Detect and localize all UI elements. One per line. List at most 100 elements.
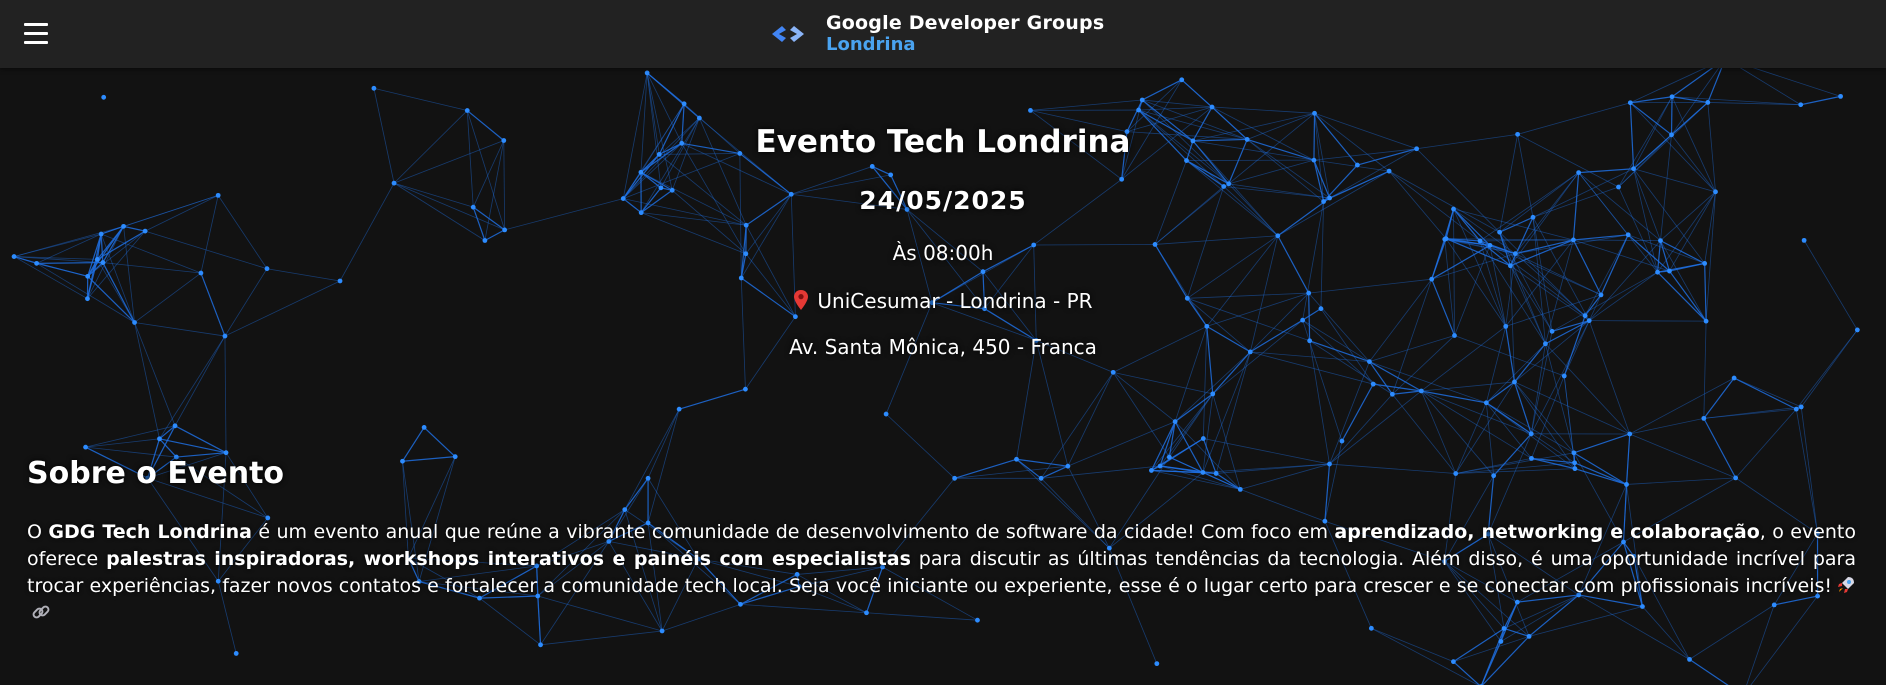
network-node	[1793, 406, 1799, 412]
network-line	[1514, 381, 1576, 469]
network-line	[885, 413, 955, 479]
network-node	[1200, 436, 1206, 441]
network-line	[1368, 361, 1393, 395]
network-line	[1313, 159, 1390, 172]
brand-subtitle: Londrina	[826, 34, 916, 55]
network-node	[1157, 463, 1163, 469]
network-line	[1800, 95, 1841, 106]
network-line	[1455, 381, 1515, 474]
network-node	[452, 454, 458, 460]
rocket-icon	[1838, 577, 1854, 593]
about-text-bold: GDG Tech Londrina	[48, 521, 252, 543]
network-node	[1582, 313, 1588, 319]
network-line	[1371, 627, 1479, 685]
network-line	[1421, 381, 1515, 392]
network-line	[1041, 465, 1161, 479]
network-line	[1329, 463, 1456, 474]
network-node	[1339, 438, 1345, 444]
top-navigation-bar: Google Developer Groups Londrina	[0, 0, 1886, 68]
network-line	[1067, 372, 1114, 467]
network-node	[464, 108, 470, 113]
network-node	[1798, 404, 1804, 410]
network-line	[1420, 390, 1457, 474]
network-node	[371, 85, 377, 91]
network-node	[644, 70, 650, 76]
network-line	[1035, 340, 1069, 467]
network-node	[1367, 359, 1372, 364]
network-line	[123, 225, 146, 232]
network-line	[1514, 381, 1630, 435]
network-node	[1705, 100, 1711, 105]
about-text-bold: aprendizado, networking e colaboração	[1334, 521, 1760, 543]
network-node	[1624, 482, 1629, 487]
network-node	[1154, 661, 1160, 667]
network-line	[624, 408, 680, 510]
network-line	[1159, 465, 1241, 490]
network-node	[681, 101, 687, 107]
network-line	[624, 477, 649, 510]
network-node	[883, 411, 889, 417]
network-line	[1309, 340, 1330, 465]
network-node	[1731, 375, 1737, 381]
network-node	[1498, 639, 1504, 644]
network-line	[1453, 661, 1481, 685]
network-node	[101, 94, 107, 100]
brand-logo-link[interactable]: Google Developer Groups Londrina	[768, 10, 1104, 58]
network-node	[1491, 473, 1497, 479]
network-node	[1625, 232, 1631, 238]
network-line	[1181, 79, 1213, 108]
event-address: Av. Santa Mônica, 450 - Franca	[789, 335, 1097, 359]
network-node	[1655, 269, 1660, 275]
network-node	[1453, 471, 1459, 476]
network-node	[538, 642, 543, 648]
event-location-text: UniCesumar - Londrina - PR	[817, 289, 1093, 313]
network-line	[1629, 417, 1704, 435]
network-line	[423, 426, 456, 458]
network-node	[85, 273, 91, 279]
network-line	[1800, 406, 1818, 534]
network-line	[1421, 390, 1494, 476]
network-line	[954, 465, 1068, 479]
network-node	[1386, 168, 1392, 174]
network-line	[1626, 477, 1736, 485]
network-node	[980, 269, 986, 275]
network-line	[1629, 377, 1735, 435]
network-node	[157, 436, 162, 442]
network-node	[233, 651, 239, 656]
network-node	[132, 320, 137, 325]
network-node	[1571, 450, 1577, 456]
network-node	[1312, 110, 1317, 116]
network-node	[391, 180, 397, 186]
network-node	[1529, 455, 1534, 461]
network-line	[174, 425, 227, 454]
network-line	[1212, 106, 1315, 114]
network-line	[1455, 402, 1487, 474]
network-line	[402, 456, 456, 462]
network-line	[1573, 452, 1627, 485]
network-line	[1735, 408, 1797, 479]
network-node	[98, 231, 104, 237]
hamburger-menu-icon[interactable]	[24, 23, 48, 45]
network-node	[1586, 318, 1592, 324]
network-node	[1210, 391, 1216, 397]
network-line	[1733, 377, 1797, 410]
network-node	[264, 266, 270, 272]
network-line	[1574, 462, 1627, 486]
network-node	[1483, 400, 1489, 406]
network-node	[142, 228, 148, 234]
event-title: Evento Tech Londrina	[755, 124, 1131, 160]
network-line	[1480, 628, 1505, 685]
network-line	[401, 427, 425, 462]
network-line	[1703, 406, 1802, 419]
network-node	[1572, 466, 1578, 472]
network-line	[1112, 372, 1170, 458]
network-node	[1669, 94, 1675, 100]
network-node	[1166, 454, 1172, 460]
network-node	[659, 628, 665, 634]
network-line	[1486, 402, 1575, 454]
network-node	[1530, 214, 1536, 220]
network-node	[869, 164, 875, 169]
network-line	[1455, 452, 1574, 474]
network-node	[223, 450, 229, 456]
network-node	[638, 169, 644, 175]
